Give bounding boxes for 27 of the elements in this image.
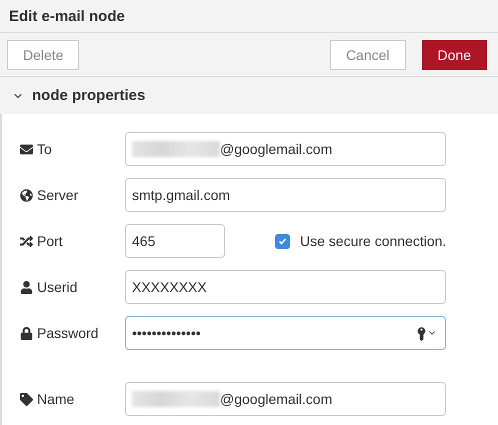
field-label: Port <box>37 233 63 249</box>
checkbox-label: Use secure connection. <box>300 233 446 249</box>
password-field[interactable]: •••••••••••••• <box>125 316 446 350</box>
lock-icon <box>20 326 33 340</box>
text-field[interactable]: smtp.gmail.com <box>125 178 446 212</box>
field-label: Name <box>37 391 74 407</box>
section-title: node properties <box>32 87 146 104</box>
action-button[interactable]: Cancel <box>330 40 406 70</box>
field-label: To <box>37 141 52 157</box>
check-icon <box>278 236 287 246</box>
text-field[interactable]: @googlemail.com <box>125 382 446 416</box>
port-field[interactable]: 465 <box>125 224 225 258</box>
window-title: Edit e-mail node <box>0 0 498 33</box>
globe-icon <box>20 188 33 202</box>
text-field[interactable]: @googlemail.com <box>125 132 446 166</box>
envelope-icon <box>20 142 33 156</box>
user-icon <box>20 280 33 294</box>
field-label: Userid <box>37 279 78 295</box>
text-field[interactable]: XXXXXXXX <box>125 270 446 304</box>
field-label: Server <box>37 187 78 203</box>
key-icon[interactable] <box>416 328 437 338</box>
shuffle-icon <box>20 234 33 248</box>
action-button[interactable]: Delete <box>7 40 80 70</box>
checkbox[interactable] <box>275 234 290 248</box>
tag-icon <box>20 392 33 406</box>
done-button[interactable]: Done <box>422 40 487 70</box>
field-label: Password <box>37 325 98 341</box>
